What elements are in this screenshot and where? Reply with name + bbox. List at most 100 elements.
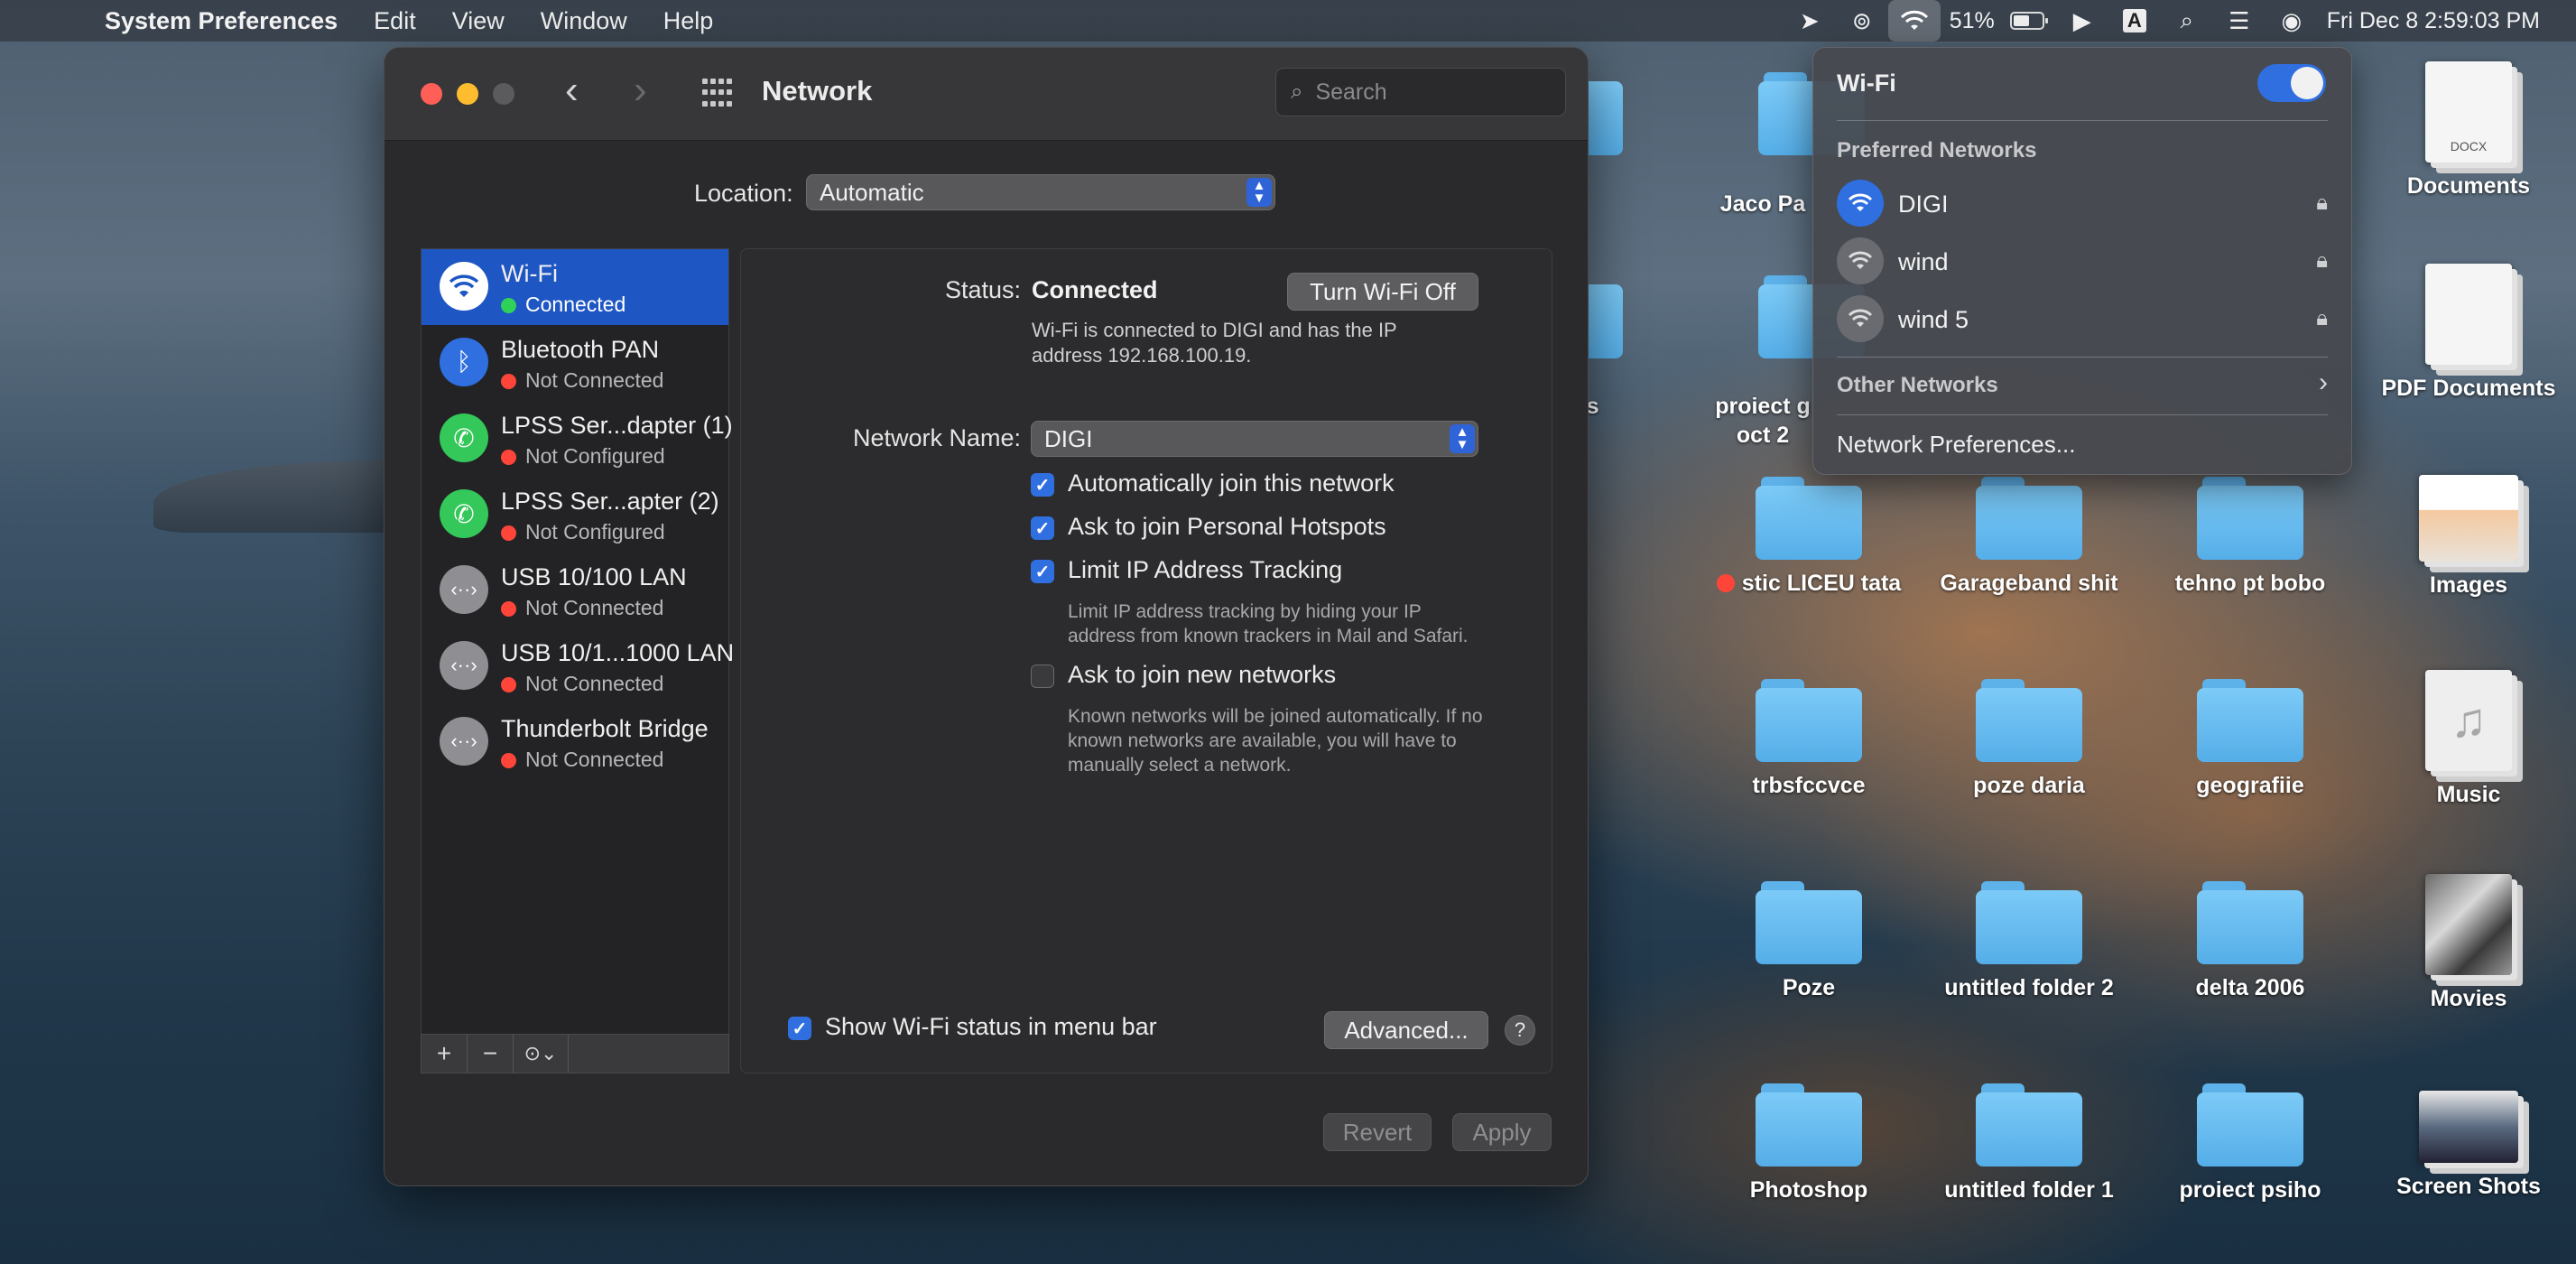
search-field[interactable]: ⌕ Search (1275, 68, 1566, 116)
menu-app-name[interactable]: System Preferences (105, 7, 338, 35)
back-chevron-icon[interactable]: ‹ (565, 68, 579, 113)
service-item-usb-1000[interactable]: ‹··› USB 10/1...1000 LAN Not Connected (422, 628, 734, 704)
other-networks-item[interactable]: Other Networks (1837, 373, 1998, 398)
status-value: Connected (1032, 276, 1158, 303)
menu-window[interactable]: Window (541, 7, 627, 35)
service-name: Bluetooth PAN (501, 336, 660, 363)
separator (1837, 357, 2328, 358)
clock[interactable]: Fri Dec 8 2:59:03 PM (2327, 8, 2540, 34)
menu-view[interactable]: View (452, 7, 505, 35)
wifi-icon (1837, 237, 1884, 284)
desktop-folder[interactable]: proiect psiho (2146, 1083, 2354, 1204)
spotlight-icon[interactable]: ⌕ (2161, 0, 2213, 42)
ask-new-networks-label: Ask to join new networks (1068, 661, 1337, 688)
personal-hotspots-checkbox[interactable]: ✓ (1031, 516, 1054, 540)
add-service-button[interactable]: + (422, 1035, 468, 1073)
desktop-folder[interactable]: Poze (1705, 881, 1913, 1001)
desktop-label-oct: oct 2 (1736, 423, 1790, 448)
remove-service-button[interactable]: − (468, 1035, 514, 1073)
sync-app-icon[interactable]: ⊚ (1836, 0, 1888, 42)
wifi-toggle[interactable] (2257, 64, 2326, 102)
revert-button[interactable]: Revert (1323, 1113, 1432, 1151)
network-name: DIGI (1898, 191, 1949, 218)
control-center-icon[interactable]: ☰ (2213, 0, 2266, 42)
limit-ip-hint: Limit IP address tracking by hiding your… (1068, 601, 1469, 646)
turn-wifi-off-button[interactable]: Turn Wi-Fi Off (1287, 273, 1478, 311)
menu-bar: System Preferences Edit View Window Help… (0, 0, 2576, 42)
service-name: USB 10/1...1000 LAN (501, 639, 735, 666)
ask-new-networks-checkbox[interactable] (1031, 665, 1054, 688)
ethernet-icon: ‹··› (440, 717, 488, 766)
search-placeholder: Search (1315, 79, 1387, 105)
popup-stepper-icon: ▲ ▼ (1246, 178, 1272, 207)
service-status: Not Configured (501, 444, 665, 469)
help-button[interactable]: ? (1505, 1015, 1535, 1046)
detail-pane: Status: Connected Turn Wi-Fi Off Wi-Fi i… (740, 248, 1552, 1073)
close-button[interactable] (421, 83, 442, 105)
desktop-stack-music[interactable]: ♫ Music (2365, 670, 2572, 808)
desktop-folder[interactable]: Photoshop (1705, 1083, 1913, 1204)
show-status-checkbox[interactable]: ✓ (788, 1017, 811, 1040)
docx-caption: DOCX (2450, 139, 2488, 153)
desktop-stack-images[interactable]: Images (2365, 475, 2572, 599)
personal-hotspots-label: Ask to join Personal Hotspots (1068, 513, 1386, 540)
status-dot-icon (501, 525, 516, 541)
service-item-lpss-1[interactable]: ✆ LPSS Ser...dapter (1) Not Configured (422, 401, 733, 477)
siri-icon[interactable]: ◉ (2266, 0, 2318, 42)
service-name: USB 10/100 LAN (501, 563, 687, 590)
music-note-icon: ♫ (2425, 670, 2512, 771)
service-item-wifi[interactable]: Wi-Fi Connected (422, 249, 728, 325)
network-item-digi[interactable]: DIGI 🔒︎ (1837, 180, 2328, 227)
service-status: Not Connected (501, 368, 663, 393)
ethernet-icon: ‹··› (440, 565, 488, 614)
show-all-grid-icon[interactable] (702, 79, 733, 109)
play-icon[interactable]: ▶ (2056, 0, 2108, 42)
network-item-wind-5[interactable]: wind 5 🔒︎ (1837, 295, 2328, 342)
apply-button[interactable]: Apply (1452, 1113, 1552, 1151)
network-window: ‹ › Network ⌕ Search Location: Automatic… (384, 47, 1589, 1186)
minimize-button[interactable] (457, 83, 478, 105)
battery-icon[interactable] (2004, 0, 2056, 42)
ethernet-icon: ‹··› (440, 641, 488, 690)
wifi-status-icon[interactable] (1887, 0, 1941, 42)
service-name: LPSS Ser...apter (2) (501, 488, 719, 515)
desktop-stack-pdf[interactable]: PDF Documents (2365, 264, 2572, 402)
auto-join-checkbox[interactable]: ✓ (1031, 473, 1054, 497)
desktop-stack-screenshots[interactable]: Screen Shots (2365, 1091, 2572, 1200)
desktop-folder[interactable]: geografiie (2146, 679, 2354, 799)
desktop-folder[interactable]: delta 2006 (2146, 881, 2354, 1001)
menu-edit[interactable]: Edit (374, 7, 416, 35)
input-source-icon[interactable]: A (2108, 0, 2161, 42)
forward-chevron-icon[interactable]: › (634, 68, 647, 113)
status-label: Status: (944, 276, 1021, 303)
advanced-button[interactable]: Advanced... (1324, 1011, 1488, 1049)
network-preferences-link[interactable]: Network Preferences... (1837, 431, 2075, 459)
desktop-folder[interactable]: untitled folder 1 (1925, 1083, 2133, 1204)
zoom-button[interactable] (493, 83, 514, 105)
location-popup[interactable]: Automatic ▲ ▼ (806, 174, 1275, 210)
desktop-folder[interactable]: untitled folder 2 (1925, 881, 2133, 1001)
desktop-folder[interactable]: Garageband shit (1925, 477, 2133, 597)
desktop-stack-movies[interactable]: Movies (2365, 874, 2572, 1012)
status-dot-icon (501, 374, 516, 389)
network-name-popup[interactable]: DIGI ▲ ▼ (1031, 421, 1478, 457)
service-name: Wi-Fi (501, 260, 558, 287)
service-list[interactable]: Wi-Fi Connected ᛒ Bluetooth PAN Not Conn… (421, 248, 734, 1073)
desktop-folder[interactable]: poze daria (1925, 679, 2133, 799)
service-item-bluetooth[interactable]: ᛒ Bluetooth PAN Not Connected (422, 325, 728, 401)
network-name-label: Network Name: (852, 424, 1021, 451)
desktop-folder[interactable]: tehno pt bobo (2146, 477, 2354, 597)
limit-ip-checkbox[interactable]: ✓ (1031, 560, 1054, 583)
network-item-wind[interactable]: wind 🔒︎ (1837, 237, 2328, 284)
service-item-usb-100[interactable]: ‹··› USB 10/100 LAN Not Connected (422, 553, 728, 628)
desktop-folder[interactable]: stic LICEU tata (1705, 477, 1913, 597)
menu-help[interactable]: Help (663, 7, 714, 35)
action-menu-button[interactable]: ⊙⌄ (514, 1035, 569, 1073)
popup-stepper-icon: ▲ ▼ (1450, 424, 1475, 453)
desktop-folder[interactable]: trbsfccvce (1705, 679, 1913, 799)
location-arrow-icon[interactable]: ➤ (1784, 0, 1836, 42)
window-title: Network (762, 75, 873, 107)
desktop-stack-documents[interactable]: DOCX Documents (2365, 61, 2572, 200)
service-item-lpss-2[interactable]: ✆ LPSS Ser...apter (2) Not Configured (422, 477, 728, 553)
service-item-thunderbolt[interactable]: ‹··› Thunderbolt Bridge Not Connected (422, 704, 728, 780)
